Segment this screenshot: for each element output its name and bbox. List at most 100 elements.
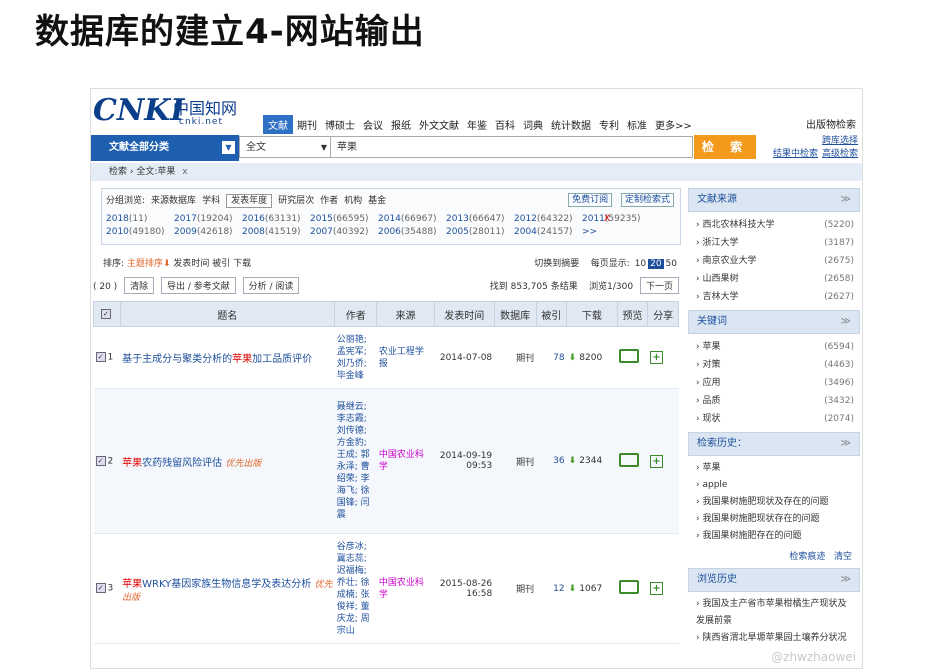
col-db[interactable]: 数据库 (493, 301, 537, 327)
advanced-search-link[interactable]: 高级检索 (822, 149, 858, 159)
row-checkbox[interactable]: ✓ (95, 583, 106, 594)
collapse-icon[interactable]: ≫ (841, 569, 851, 591)
history-item[interactable]: › 苹果 (696, 460, 854, 477)
clear-button[interactable]: 清除 (124, 277, 155, 294)
history-item[interactable]: › apple (696, 477, 854, 494)
year-item[interactable]: 2006(35488) (378, 226, 446, 239)
year-item[interactable]: 2005(28011) (446, 226, 514, 239)
cross-db-link[interactable]: 跨库选择 (822, 136, 858, 146)
result-title[interactable]: 基于主成分与聚类分析的苹果加工品质评价 (120, 326, 335, 389)
history-item[interactable]: › 我国果树施肥现状及存在的问题 (696, 494, 854, 511)
nav-item[interactable]: 更多>> (651, 117, 696, 132)
share-cell[interactable]: + (647, 326, 679, 389)
filter-tab[interactable]: 基金 (368, 196, 386, 206)
result-authors[interactable]: 聂继云; 李志霞; 刘传德; 方金豹; 王成; 郭永泽; 曹绍荣; 李海飞; 徐… (334, 388, 377, 534)
nav-item[interactable]: 外文文献 (415, 117, 463, 132)
category-select[interactable]: 文献全部分类 ▼ (91, 135, 239, 161)
result-cite[interactable]: 78 (536, 326, 567, 389)
select-all-checkbox[interactable]: ✓ (93, 301, 121, 327)
result-downloads[interactable]: ⬇ 1067 (566, 533, 618, 644)
nav-item[interactable]: 年鉴 (463, 117, 491, 132)
share-cell[interactable]: + (647, 388, 679, 534)
nav-item[interactable]: 词典 (519, 117, 547, 132)
collapse-icon[interactable]: ≫ (841, 189, 851, 211)
filter-close-icon[interactable]: X (604, 213, 672, 226)
preview-cell[interactable] (617, 533, 648, 644)
year-item[interactable]: 2018(11) (106, 213, 174, 226)
keyword-item[interactable]: › 品质 (3432) (696, 392, 854, 410)
history-item[interactable]: › 我国果树施肥存在的问题 (696, 528, 854, 545)
download-icon[interactable]: ⬇ (569, 353, 580, 363)
year-item[interactable]: 2015(66595) (310, 213, 378, 226)
custom-search-button[interactable]: 定制检索式 (620, 193, 674, 207)
keyword-item[interactable]: › 应用 (3496) (696, 374, 854, 392)
export-button[interactable]: 导出 / 参考文献 (160, 277, 236, 294)
year-item[interactable]: 2010(49180) (106, 226, 174, 239)
result-cite[interactable]: 12 (536, 533, 567, 644)
year-item[interactable]: 2016(63131) (242, 213, 310, 226)
source-item[interactable]: › 浙江大学 (3187) (696, 234, 854, 252)
chevron-down-icon[interactable]: ▼ (222, 141, 235, 154)
sort-by-topic[interactable]: 主题排序⬇ (127, 259, 171, 269)
preview-cell[interactable] (617, 388, 648, 534)
result-source[interactable]: 农业工程学报 (376, 326, 435, 389)
analyze-button[interactable]: 分析 / 阅读 (242, 277, 300, 294)
col-share[interactable]: 分享 (647, 301, 679, 327)
share-plus-icon[interactable]: + (649, 454, 663, 468)
collapse-icon[interactable]: ≫ (841, 311, 851, 333)
breadcrumb-close-icon[interactable]: x (182, 167, 187, 177)
field-select[interactable]: 全文 ▼ (239, 136, 331, 158)
history-clear-link[interactable]: 清空 (834, 552, 852, 562)
search-in-results-link[interactable]: 结果中检索 (773, 149, 818, 159)
col-author[interactable]: 作者 (334, 301, 378, 327)
year-item[interactable]: 2004(24157) (514, 226, 582, 239)
browse-item[interactable]: › 我国及主产省市苹果柑橘生产现状及发展前景 (696, 596, 854, 630)
free-subscribe-button[interactable]: 免费订阅 (568, 193, 613, 207)
filter-tab[interactable]: 研究层次 (278, 196, 314, 206)
col-title[interactable]: 题名 (119, 301, 336, 327)
keyword-facet-header[interactable]: 关键词 ≫ (688, 310, 860, 334)
result-downloads[interactable]: ⬇ 8200 (566, 326, 618, 389)
year-item[interactable]: 2007(40392) (310, 226, 378, 239)
search-button[interactable]: 检 索 (694, 135, 756, 159)
share-plus-icon[interactable]: + (649, 351, 663, 364)
sort-by-download[interactable]: 下载 (233, 259, 251, 269)
result-cite[interactable]: 36 (536, 388, 567, 534)
col-download[interactable]: 下载 (566, 301, 618, 327)
filter-tab[interactable]: 机构 (344, 196, 362, 206)
result-source[interactable]: 中国农业科学 (376, 533, 435, 644)
result-source[interactable]: 中国农业科学 (376, 388, 435, 534)
nav-item[interactable]: 专利 (595, 117, 623, 132)
nav-item[interactable]: 报纸 (387, 117, 415, 132)
switch-abstract-link[interactable]: 切换到摘要 (534, 259, 579, 269)
history-trace-link[interactable]: 检索痕迹 (789, 552, 825, 562)
keyword-item[interactable]: › 现状 (2074) (696, 410, 854, 428)
sort-by-cite[interactable]: 被引 (212, 259, 230, 269)
year-item[interactable]: >> (582, 226, 650, 239)
sort-by-date[interactable]: 发表时间 (173, 259, 209, 269)
nav-item[interactable]: 文献 (263, 115, 293, 134)
cnki-logo[interactable]: CNKI 中国知网 cnki.net (93, 93, 253, 131)
source-item[interactable]: › 南京农业大学 (2675) (696, 252, 854, 270)
year-item[interactable]: 2008(41519) (242, 226, 310, 239)
year-item[interactable]: 2014(66967) (378, 213, 446, 226)
book-preview-icon[interactable] (619, 452, 640, 467)
search-history-header[interactable]: 检索历史： ≫ (688, 432, 860, 456)
source-item[interactable]: › 山西果树 (2658) (696, 270, 854, 288)
keyword-item[interactable]: › 苹果 (6594) (696, 338, 854, 356)
preview-cell[interactable] (617, 326, 648, 389)
keyword-item[interactable]: › 对策 (4463) (696, 356, 854, 374)
source-facet-header[interactable]: 文献来源 ≫ (688, 188, 860, 212)
year-item[interactable]: 2013(66647) (446, 213, 514, 226)
filter-tab[interactable]: 来源数据库 (151, 196, 196, 206)
download-icon[interactable]: ⬇ (569, 456, 580, 466)
row-select[interactable]: ✓ 1 (93, 326, 121, 389)
collapse-icon[interactable]: ≫ (841, 433, 851, 455)
next-page-button[interactable]: 下一页 (639, 277, 679, 294)
nav-item[interactable]: 统计数据 (547, 117, 595, 132)
row-select[interactable]: ✓ 2 (93, 388, 121, 534)
source-item[interactable]: › 吉林大学 (2627) (696, 288, 854, 306)
page-size-option[interactable]: 20 (648, 259, 664, 269)
browse-item[interactable]: › 陕西省渭北旱塬苹果园土壤养分状况 (696, 630, 854, 647)
col-source[interactable]: 来源 (376, 301, 435, 327)
